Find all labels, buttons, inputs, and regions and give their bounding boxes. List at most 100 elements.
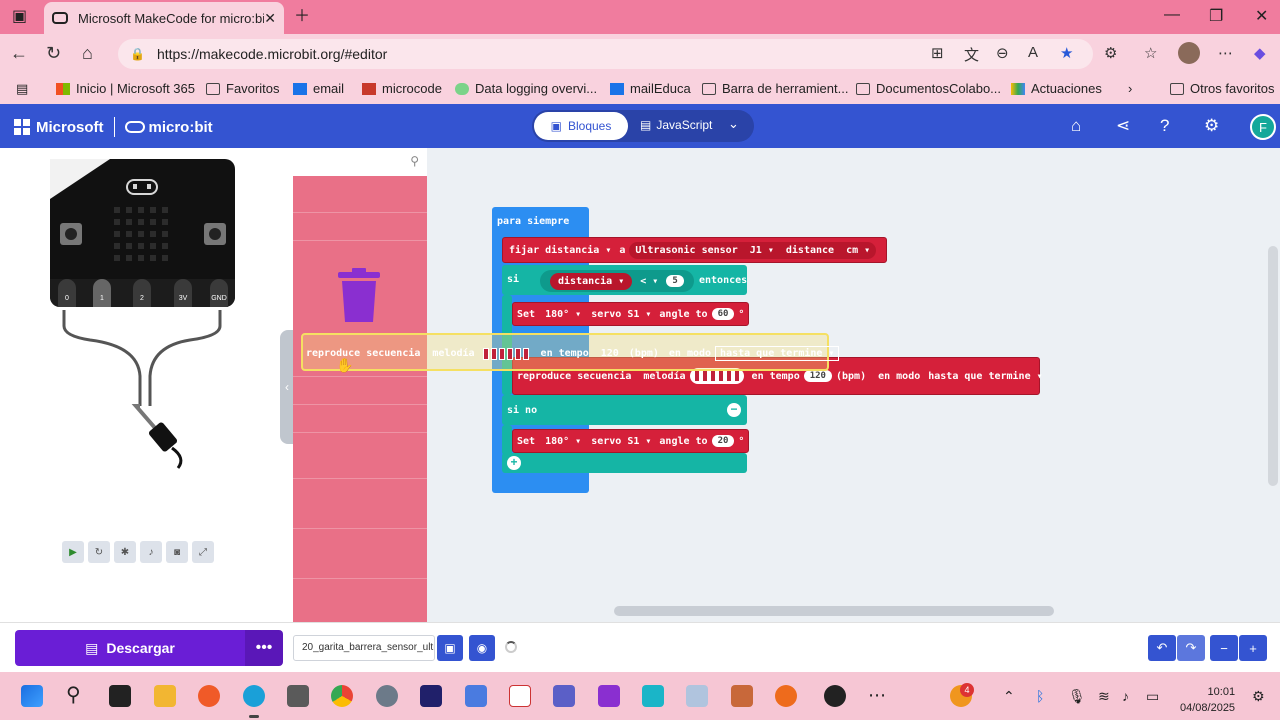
window-close-icon[interactable]: ✕ [1255,6,1268,26]
bookmark-favoritos[interactable]: Favoritos [206,81,279,96]
fullscreen-icon[interactable]: ⤢ [192,541,214,563]
bookmark-m365[interactable]: Inicio | Microsoft 365 [56,81,195,96]
share-icon[interactable]: ⋖ [1116,116,1130,136]
pin-dropdown[interactable]: J1 ▾ [750,245,774,256]
compare-value-input[interactable]: 5 [666,275,684,287]
else-block-header[interactable] [502,395,747,425]
app-available-icon[interactable]: ⊞ [931,44,944,62]
favorites-icon[interactable]: ☆ [1144,44,1157,62]
screenshot-icon[interactable]: ◙ [166,541,188,563]
save-button[interactable]: ▣ [437,635,463,661]
url-field[interactable]: 🔒 https://makecode.microbit.org/#editor [118,39,1093,69]
chevron-right-icon[interactable]: › [1128,81,1132,96]
zoom-icon[interactable]: ⊖ [996,44,1009,62]
translate-icon[interactable]: 文 [964,44,979,65]
distancia-variable-block[interactable]: distancia ▾ [550,272,633,290]
app-icon-2[interactable] [465,685,487,707]
servo-type-dropdown[interactable]: 180° ▾ [545,436,581,447]
undo-button[interactable]: ↶ [1148,635,1176,661]
ultrasonic-block[interactable]: Ultrasonic sensor J1 ▾ distance cm ▾ [629,241,877,259]
profile-avatar[interactable] [1178,42,1200,64]
github-button[interactable]: ◉ [469,635,495,661]
bluetooth-icon[interactable]: ᛒ [1036,688,1044,704]
battery-icon[interactable]: ▭ [1146,688,1159,705]
firefox-icon[interactable] [198,685,220,707]
minimize-icon[interactable]: — [1164,6,1180,24]
zoom-in-button[interactable]: + [1239,635,1267,661]
blocks-tab[interactable]: ▣ Bloques [534,112,628,140]
button-b[interactable] [204,223,226,245]
site-info-icon[interactable]: 🔒 [130,47,145,61]
servo-set-block[interactable]: Set 180° ▾ servo S1 ▾ angle to 60 ° [512,302,750,326]
set-variable-block[interactable]: fijar distancia ▾ a Ultrasonic sensor J1… [502,237,888,263]
notifications-icon[interactable]: ⚙ [1252,688,1265,705]
servo-port-dropdown[interactable]: S1 ▾ [627,436,651,447]
audition-icon[interactable] [420,685,442,707]
user-avatar[interactable]: F [1250,114,1276,140]
teams-icon[interactable] [553,685,575,707]
pin-gnd[interactable]: GND [210,279,228,307]
close-tab-icon[interactable]: ✕ [264,10,276,27]
debug-icon[interactable]: ✱ [114,541,136,563]
download-more-button[interactable]: ••• [245,630,283,666]
vertical-scrollbar[interactable] [1268,246,1278,486]
app-icon[interactable] [287,685,309,707]
toolbox-search-input[interactable]: ⚲ [293,148,427,176]
settings-gear-icon[interactable]: ⚙ [1204,116,1219,136]
new-tab-icon[interactable]: ＋ [294,7,310,27]
remove-else-icon[interactable]: − [727,403,741,417]
collapse-simulator-button[interactable]: ‹ [280,330,294,444]
brand-logo[interactable]: Microsoft micro:bit [14,117,213,137]
copilot-icon[interactable]: ◆ [1254,44,1266,62]
chevron-down-icon[interactable]: ⌄ [728,116,739,132]
bookmark-data-logging[interactable]: Data logging overvi... [455,81,597,96]
variable-dropdown[interactable]: distancia ▾ [545,245,611,256]
pin-1[interactable]: 1 [93,279,111,307]
task-view-icon[interactable] [109,685,131,707]
wifi-icon[interactable]: ≋ [1098,688,1110,705]
chrome-icon[interactable] [331,685,353,707]
refresh-icon[interactable]: ↻ [46,43,61,64]
play-icon[interactable]: ▶ [62,541,84,563]
redo-button[interactable]: ↷ [1177,635,1205,661]
collections-icon[interactable]: ▤ [16,81,28,97]
search-icon[interactable]: ⚲ [66,685,88,707]
operator-dropdown[interactable]: < ▾ [640,276,658,287]
pin-3v[interactable]: 3V [174,279,192,307]
restart-icon[interactable]: ↻ [88,541,110,563]
document-icon[interactable] [509,685,531,707]
bookmark-actuaciones[interactable]: Actuaciones [1011,81,1102,96]
bookmark-barra[interactable]: Barra de herramient... [702,81,848,96]
start-icon[interactable] [21,685,43,707]
servo-type-dropdown[interactable]: 180° ▾ [545,309,581,320]
tab-actions-icon[interactable]: ▣ [12,7,27,27]
restore-icon[interactable]: ❐ [1209,6,1223,26]
hidden-icons-chevron-icon[interactable]: ⌃ [1003,688,1015,705]
file-explorer-icon[interactable] [154,685,176,707]
mute-icon[interactable]: ♪ [140,541,162,563]
system-clock[interactable]: 10:01 04/08/2025 [1180,684,1235,716]
app-icon-7[interactable] [775,685,797,707]
toolbox-delete-zone[interactable]: ⚲ [293,148,427,622]
bookmark-microcode[interactable]: microcode [362,81,442,96]
microphone-icon[interactable]: 🎙 [1068,688,1086,705]
more-icon[interactable]: ⋯ [1218,44,1233,62]
home-icon[interactable]: ⌂ [1071,116,1081,136]
zoom-out-button[interactable]: − [1210,635,1238,661]
more-apps-icon[interactable]: ⋯ [868,685,890,707]
bookmark-documentos[interactable]: DocumentosColabo... [856,81,1001,96]
servo-port-dropdown[interactable]: S1 ▾ [627,309,651,320]
edge-icon[interactable] [243,685,265,718]
project-name-input[interactable]: 20_garita_barrera_sensor_ultrasonico [293,635,435,661]
app-icon-3[interactable] [598,685,620,707]
button-a[interactable] [60,223,82,245]
pin-0[interactable]: 0 [58,279,76,307]
tempo-input[interactable]: 120 [803,370,832,382]
microbit-board[interactable]: 0 1 2 3V GND [50,159,235,307]
volume-icon[interactable]: ♪ [1122,688,1129,704]
browser-tab[interactable]: Microsoft MakeCode for micro:bit ✕ [44,2,284,34]
extensions-icon[interactable]: ⚙ [1104,44,1117,62]
mode-dropdown[interactable]: hasta que termine ▾ [928,371,1042,382]
servo-set-block-else[interactable]: Set 180° ▾ servo S1 ▾ angle to 20 ° [512,429,750,453]
angle-value-input[interactable]: 60 [711,308,735,320]
